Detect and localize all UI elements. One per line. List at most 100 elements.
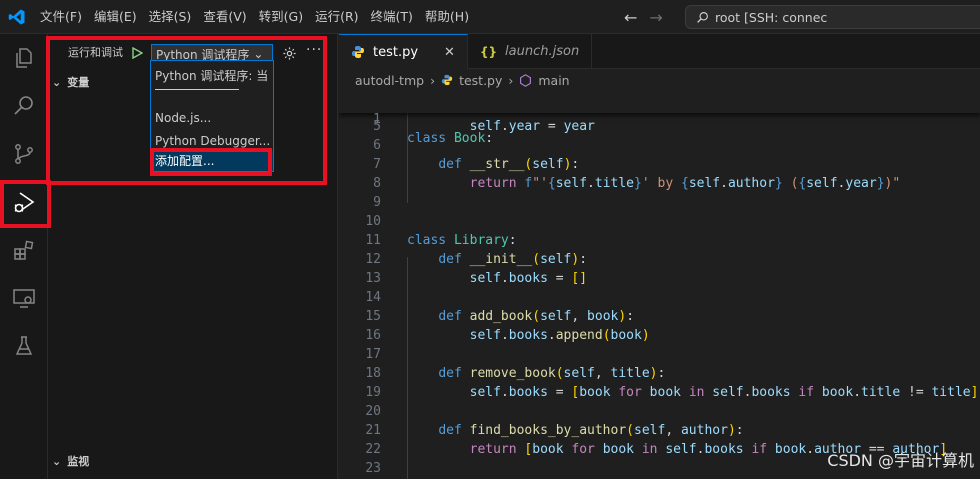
code-line: 21 def find_books_by_author(self, author… [339, 421, 980, 440]
gear-icon[interactable] [280, 44, 298, 62]
menu-edit[interactable]: 编辑(E) [88, 0, 143, 34]
explorer-icon[interactable] [0, 34, 48, 82]
menu-go[interactable]: 转到(G) [253, 0, 309, 34]
source-control-icon[interactable] [0, 130, 48, 178]
code-line: 11 class Library: [339, 231, 980, 250]
code-line: 16 self.books.append(book) [339, 326, 980, 345]
menu-help[interactable]: 帮助(H) [419, 0, 475, 34]
dropdown-item-add-configuration[interactable]: 添加配置... [151, 151, 273, 171]
chevron-down-icon: ⌄ [253, 47, 264, 61]
extensions-icon[interactable] [0, 226, 48, 274]
code-line: 15 def add_book(self, book): [339, 307, 980, 326]
menu-run[interactable]: 运行(R) [309, 0, 364, 34]
title-bar: 文件(F) 编辑(E) 选择(S) 查看(V) 转到(G) 运行(R) 终端(T… [0, 0, 980, 34]
line-number: 21 [365, 423, 381, 438]
menu-terminal[interactable]: 终端(T) [365, 0, 419, 34]
breadcrumb-symbol[interactable]: main [538, 73, 569, 88]
symbol-method-icon [520, 73, 532, 87]
line-number: 16 [365, 328, 381, 343]
back-arrow-icon[interactable]: ← [624, 8, 637, 27]
tab-label: launch.json [505, 44, 580, 59]
tab-launch-json[interactable]: {} launch.json [468, 34, 593, 69]
json-braces-icon: {} [479, 44, 498, 59]
menu-selection[interactable]: 选择(S) [143, 0, 198, 34]
line-number: 19 [365, 385, 381, 400]
code-line: 9 [339, 193, 980, 212]
code-line: 18 def remove_book(self, title): [339, 364, 980, 383]
menu-file[interactable]: 文件(F) [34, 0, 88, 34]
code-editor[interactable]: 1 class Book: 5 self.year = year 6 7 def… [339, 91, 980, 479]
line-number: 10 [365, 214, 381, 229]
line-number: 14 [365, 290, 381, 305]
vscode-logo-icon [0, 0, 34, 34]
dropdown-separator [155, 89, 239, 90]
dropdown-item-nodejs[interactable]: Node.js... [155, 111, 273, 125]
tab-label: test.py [373, 44, 419, 60]
menu-view[interactable]: 查看(V) [197, 0, 252, 34]
line-number: 20 [365, 404, 381, 419]
line-number: 9 [373, 195, 381, 210]
line-number: 13 [365, 271, 381, 286]
search-icon[interactable] [0, 82, 48, 130]
python-icon [441, 74, 453, 86]
breadcrumb-file[interactable]: test.py [459, 73, 502, 88]
code-text: self.books = [] [469, 271, 588, 286]
code-line: 1 class Book: [339, 91, 980, 146]
code-text: def __init__(self): [438, 252, 588, 267]
dropdown-item-python-debug[interactable]: Python 调试程序: 当 [155, 67, 273, 84]
code-text: self.books = [book for book in self.book… [469, 385, 979, 400]
chevron-down-icon: ⌄ [52, 75, 62, 89]
run-debug-icon[interactable] [0, 178, 48, 226]
code-text: def __str__(self): [438, 157, 580, 172]
line-number: 8 [373, 176, 381, 191]
remote-explorer-icon[interactable] [0, 274, 48, 322]
breadcrumb: autodl-tmp › test.py › main [339, 69, 980, 91]
chevron-right-icon: › [508, 72, 514, 88]
code-line: 13 self.books = [] [339, 269, 980, 288]
line-number: 15 [365, 309, 381, 324]
variables-section-title: 变量 [67, 76, 90, 89]
code-text: class Library: [407, 233, 517, 248]
line-number: 23 [365, 461, 381, 476]
code-line: 12 def __init__(self): [339, 250, 980, 269]
chevron-down-icon: ⌄ [52, 454, 62, 468]
tab-test-py[interactable]: test.py ✕ [339, 34, 468, 69]
forward-arrow-icon[interactable]: → [649, 8, 662, 27]
dropdown-item-python-debugger[interactable]: Python Debugger... [155, 134, 273, 148]
python-icon [352, 46, 364, 58]
code-text: return f"'{self.title}' by {self.author}… [469, 176, 901, 191]
watch-section-header[interactable]: ⌄ 监视 [52, 453, 89, 469]
line-number: 18 [365, 366, 381, 381]
code-line: 19 self.books = [book for book in self.b… [339, 383, 980, 402]
run-debug-title: 运行和调试 [68, 46, 123, 59]
editor-tabs: test.py ✕ {} launch.json [339, 34, 980, 69]
code-line: 7 def __str__(self): [339, 155, 980, 174]
testing-icon[interactable] [0, 322, 48, 370]
line-number: 17 [365, 347, 381, 362]
code-text: def find_books_by_author(self, author): [438, 423, 744, 438]
code-text: self.books.append(book) [469, 328, 650, 343]
breadcrumb-folder[interactable]: autodl-tmp [355, 73, 424, 88]
run-debug-sidebar: 运行和调试 Python 调试程序 ⌄ ··· ⌄ 变量 ⌄ 监视 Python… [48, 34, 338, 479]
more-actions-icon[interactable]: ··· [306, 42, 322, 58]
menu-bar: 文件(F) 编辑(E) 选择(S) 查看(V) 转到(G) 运行(R) 终端(T… [34, 0, 475, 34]
command-center[interactable]: root [SSH: connec [685, 5, 980, 29]
code-line: 17 [339, 345, 980, 364]
variables-section-header[interactable]: ⌄ 变量 [52, 74, 89, 90]
line-number: 1 [373, 112, 381, 127]
command-center-text: root [SSH: connec [715, 9, 828, 25]
chevron-right-icon: › [430, 72, 436, 88]
code-line: 8 return f"'{self.title}' by {self.autho… [339, 174, 980, 193]
start-debugging-icon[interactable] [128, 44, 146, 62]
code-text: def add_book(self, book): [438, 309, 635, 324]
code-line: 14 [339, 288, 980, 307]
close-icon[interactable]: ✕ [444, 45, 455, 60]
search-icon [697, 11, 708, 23]
watch-section-title: 监视 [67, 455, 90, 468]
code-text: class Book: [407, 131, 494, 146]
code-text: def remove_book(self, title): [438, 366, 666, 381]
debug-config-dropdown: Python 调试程序: 当 Node.js... Python Debugge… [150, 60, 274, 172]
navigation-arrows: ← → [624, 0, 663, 34]
watermark: CSDN @宇宙计算机 [827, 451, 974, 470]
sticky-scroll-header[interactable]: 1 class Book: [339, 91, 980, 146]
